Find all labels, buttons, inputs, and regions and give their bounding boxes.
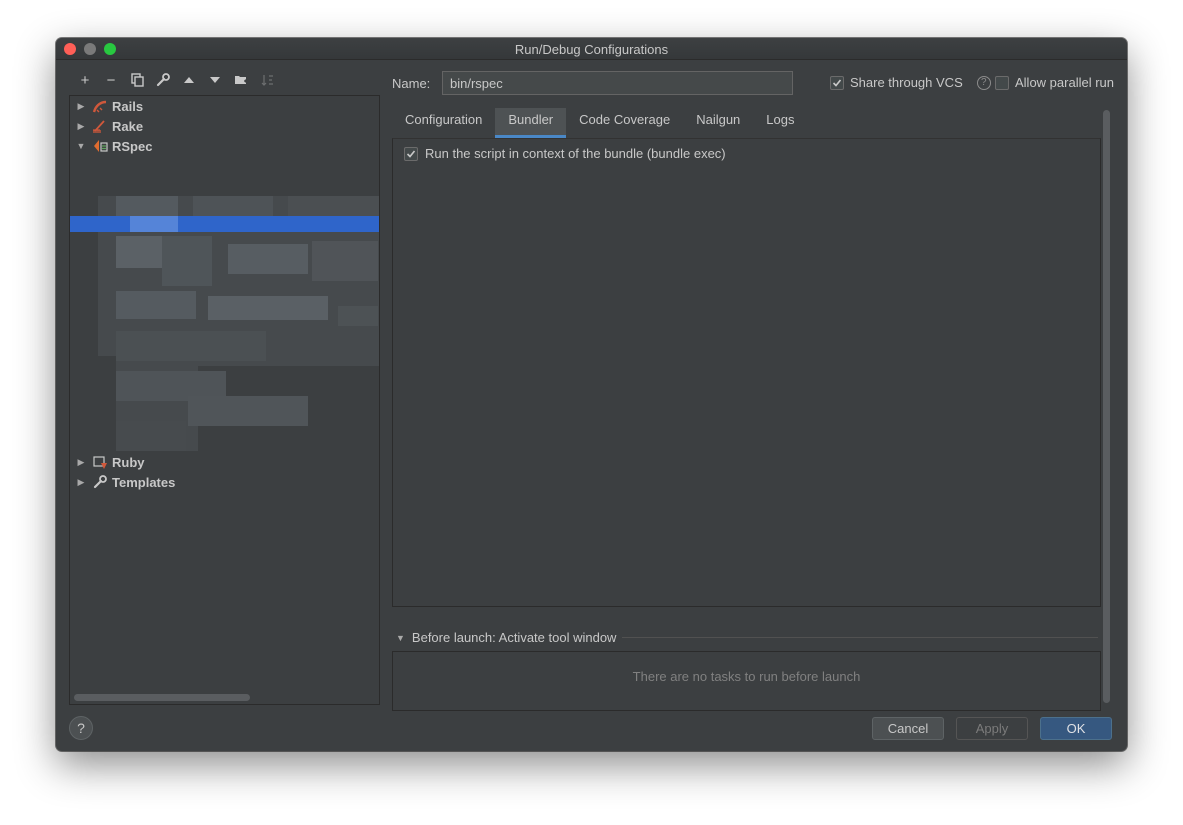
before-launch-header[interactable]: ▼ Before launch: Activate tool window bbox=[394, 630, 1098, 645]
apply-button[interactable]: Apply bbox=[956, 717, 1028, 740]
allow-parallel-checkbox[interactable] bbox=[995, 75, 1009, 90]
selected-configuration-row[interactable] bbox=[70, 216, 379, 232]
before-launch-tasks: There are no tasks to run before launch bbox=[392, 651, 1101, 711]
triangle-up-icon bbox=[184, 77, 194, 83]
tree-item-rails[interactable]: ▶ Rails bbox=[70, 96, 379, 116]
edit-defaults-button[interactable] bbox=[150, 71, 176, 89]
cancel-button[interactable]: Cancel bbox=[872, 717, 944, 740]
tree-item-label: Templates bbox=[112, 474, 176, 490]
window-title: Run/Debug Configurations bbox=[514, 42, 669, 57]
tree-item-ruby[interactable]: ▶ Ruby bbox=[70, 452, 379, 472]
checkmark-icon bbox=[406, 149, 416, 158]
tree-item-rake[interactable]: ▶ Rake bbox=[70, 116, 379, 136]
rails-icon bbox=[92, 98, 108, 114]
help-question-icon[interactable]: ? bbox=[976, 75, 991, 90]
remove-configuration-button[interactable]: − bbox=[98, 71, 124, 89]
copy-configuration-button[interactable] bbox=[124, 71, 150, 89]
wrench-icon bbox=[156, 73, 170, 87]
share-through-vcs-option[interactable]: Share through VCS ? bbox=[830, 75, 991, 90]
expand-arrow-icon[interactable]: ▶ bbox=[74, 477, 88, 488]
new-folder-button[interactable] bbox=[228, 71, 254, 89]
allow-parallel-label: Allow parallel run bbox=[1015, 75, 1114, 90]
ruby-icon bbox=[92, 454, 108, 470]
before-launch-title: Before launch: Activate tool window bbox=[411, 630, 617, 645]
share-vcs-label: Share through VCS bbox=[850, 75, 963, 90]
expand-arrow-icon[interactable]: ▶ bbox=[74, 457, 88, 468]
tab-code-coverage[interactable]: Code Coverage bbox=[566, 108, 683, 138]
minus-icon: − bbox=[106, 71, 116, 89]
share-vcs-checkbox[interactable] bbox=[830, 75, 844, 90]
allow-parallel-run-option[interactable]: Allow parallel run bbox=[995, 75, 1114, 90]
folder-icon bbox=[235, 76, 247, 84]
configurations-tree[interactable]: ▶ Rails ▶ Rake ▼ RSpec ▶ Ruby ▶ Template… bbox=[69, 95, 380, 705]
bundle-exec-label: Run the script in context of the bundle … bbox=[425, 146, 726, 161]
tree-horizontal-scrollbar[interactable] bbox=[74, 694, 250, 701]
expand-arrow-icon[interactable]: ▶ bbox=[74, 101, 88, 112]
name-label: Name: bbox=[392, 76, 431, 91]
add-configuration-button[interactable]: + bbox=[72, 71, 98, 89]
configuration-name-input[interactable] bbox=[442, 71, 793, 95]
tree-item-rspec[interactable]: ▼ RSpec bbox=[70, 136, 379, 156]
tab-logs[interactable]: Logs bbox=[753, 108, 807, 138]
tab-configuration[interactable]: Configuration bbox=[392, 108, 495, 138]
triangle-down-icon bbox=[210, 77, 220, 83]
move-up-button[interactable] bbox=[176, 71, 202, 89]
blurred-configurations bbox=[98, 196, 379, 451]
tree-item-templates[interactable]: ▶ Templates bbox=[70, 472, 379, 492]
plus-icon: + bbox=[80, 71, 90, 89]
collapse-arrow-icon[interactable]: ▼ bbox=[74, 141, 88, 151]
bundle-exec-checkbox[interactable] bbox=[404, 146, 418, 161]
bundler-panel: Run the script in context of the bundle … bbox=[392, 138, 1101, 607]
config-tabs: Configuration Bundler Code Coverage Nail… bbox=[392, 108, 808, 138]
tree-item-label: Rake bbox=[112, 118, 144, 134]
tab-bundler[interactable]: Bundler bbox=[495, 108, 567, 138]
bundle-exec-option[interactable]: Run the script in context of the bundle … bbox=[404, 146, 726, 161]
copy-icon bbox=[130, 73, 144, 87]
wrench-icon bbox=[92, 474, 108, 490]
run-debug-dialog: Run/Debug Configurations + − ▶ Rails ▶ R… bbox=[56, 38, 1127, 751]
help-button[interactable]: ? bbox=[69, 716, 93, 740]
right-vertical-scrollbar[interactable] bbox=[1103, 110, 1110, 703]
tree-item-label: Ruby bbox=[112, 454, 145, 470]
tab-nailgun[interactable]: Nailgun bbox=[683, 108, 753, 138]
sort-icon bbox=[261, 74, 273, 86]
collapse-arrow-icon[interactable]: ▼ bbox=[396, 633, 405, 643]
checkmark-icon bbox=[832, 78, 842, 87]
title-bar[interactable]: Run/Debug Configurations bbox=[56, 38, 1127, 60]
move-down-button[interactable] bbox=[202, 71, 228, 89]
rake-icon bbox=[92, 118, 108, 134]
rspec-icon bbox=[92, 138, 108, 154]
sort-button[interactable] bbox=[254, 71, 280, 89]
separator-line bbox=[622, 637, 1098, 638]
ok-button[interactable]: OK bbox=[1040, 717, 1112, 740]
expand-arrow-icon[interactable]: ▶ bbox=[74, 121, 88, 132]
config-toolbar: + − bbox=[72, 71, 280, 89]
tree-item-label: RSpec bbox=[112, 138, 153, 154]
tree-item-label: Rails bbox=[112, 98, 144, 114]
no-tasks-message: There are no tasks to run before launch bbox=[632, 669, 861, 684]
